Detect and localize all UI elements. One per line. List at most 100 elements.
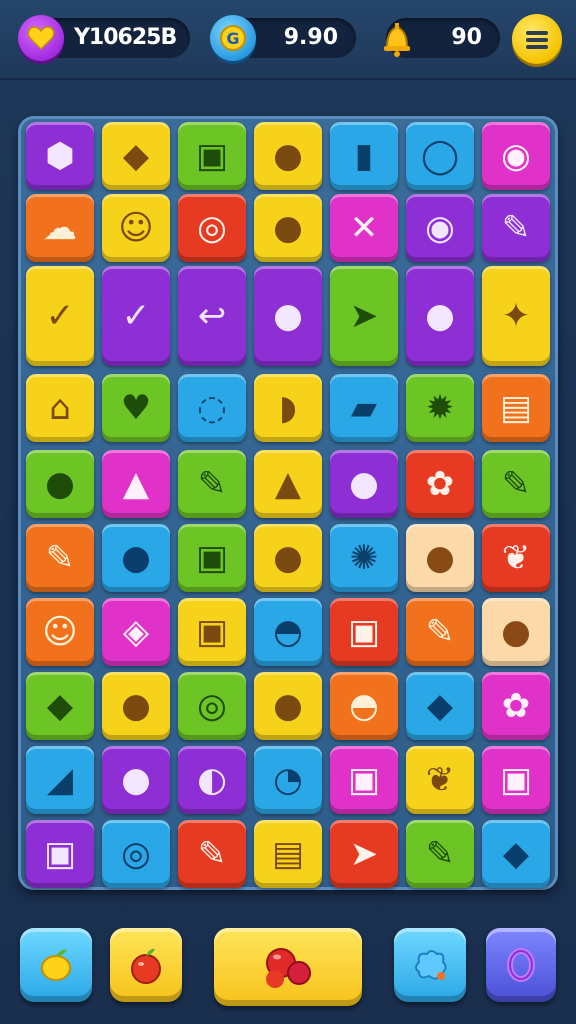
tile[interactable]: ◓	[330, 672, 398, 740]
tile[interactable]: ◆	[102, 122, 170, 190]
tile[interactable]: ◈	[102, 598, 170, 666]
tile[interactable]: ✕	[330, 194, 398, 262]
tile[interactable]: ▤	[254, 820, 322, 888]
tile[interactable]: ◆	[406, 672, 474, 740]
menu-button[interactable]	[512, 14, 562, 64]
tile[interactable]: ◎	[102, 820, 170, 888]
tile[interactable]: ●	[26, 450, 94, 518]
tile[interactable]: ▣	[26, 820, 94, 888]
tile[interactable]: ✿	[482, 672, 550, 740]
tile[interactable]: ✦	[482, 266, 550, 366]
tile-item-icon: ●	[425, 296, 455, 336]
tile-item-icon: ◓	[349, 686, 379, 726]
tile-item-icon: ◢	[46, 760, 74, 800]
menu-icon-line	[526, 45, 548, 49]
tile[interactable]: ☁	[26, 194, 94, 262]
tile[interactable]: ◉	[482, 122, 550, 190]
tile[interactable]: ◆	[26, 672, 94, 740]
tile-item-icon: ✎	[425, 612, 455, 652]
tile[interactable]: ●	[254, 524, 322, 592]
booster-apple-button[interactable]	[110, 928, 182, 1002]
tile[interactable]: ✿	[406, 450, 474, 518]
tile[interactable]: ◆	[482, 820, 550, 888]
tile[interactable]: ↩	[178, 266, 246, 366]
tile[interactable]: ✎	[482, 194, 550, 262]
tile[interactable]: ◐	[178, 746, 246, 814]
tile[interactable]: ●	[102, 524, 170, 592]
tile[interactable]: ◉	[406, 194, 474, 262]
tile[interactable]: ▮	[330, 122, 398, 190]
tile-item-icon: ●	[273, 296, 303, 336]
tile[interactable]: ◌	[178, 374, 246, 442]
tile[interactable]: ✎	[406, 820, 474, 888]
tile[interactable]: ▣	[178, 598, 246, 666]
tile[interactable]: ⬢	[26, 122, 94, 190]
booster-lemon-button[interactable]	[20, 928, 92, 1002]
tile[interactable]: ✎	[406, 598, 474, 666]
tile[interactable]: ▣	[330, 598, 398, 666]
tile-item-icon: ▣	[347, 612, 381, 652]
coins-display: G 9.90	[210, 15, 356, 61]
tile-item-icon: ◓	[273, 612, 303, 652]
tile[interactable]: ◗	[254, 374, 322, 442]
booster-berries-button[interactable]	[214, 928, 362, 1006]
tile[interactable]: ●	[406, 524, 474, 592]
tile[interactable]: ✺	[330, 524, 398, 592]
tile[interactable]: ▣	[178, 122, 246, 190]
tile[interactable]: ●	[482, 598, 550, 666]
tile[interactable]: ●	[330, 450, 398, 518]
tile-item-icon: ●	[273, 136, 303, 176]
booster-ring-button[interactable]	[486, 928, 556, 1002]
tile[interactable]: ◢	[26, 746, 94, 814]
tile[interactable]: ▣	[482, 746, 550, 814]
tile-item-icon: ◈	[122, 612, 150, 652]
tile[interactable]: ✎	[178, 820, 246, 888]
heart-icon	[18, 15, 64, 61]
tile[interactable]: ●	[406, 266, 474, 366]
tile[interactable]: ◓	[254, 598, 322, 666]
tile[interactable]: ❦	[406, 746, 474, 814]
tile[interactable]: ●	[102, 672, 170, 740]
tile[interactable]: ☺	[26, 598, 94, 666]
tile[interactable]: ✎	[26, 524, 94, 592]
tile-item-icon: ✹	[425, 388, 455, 428]
tile[interactable]: ✓	[102, 266, 170, 366]
tile[interactable]: ▲	[254, 450, 322, 518]
tile[interactable]: ◎	[178, 194, 246, 262]
tile-item-icon: ▰	[350, 388, 378, 428]
tile[interactable]: ●	[102, 746, 170, 814]
tile-item-icon: ⬢	[45, 136, 75, 176]
tile[interactable]: ◯	[406, 122, 474, 190]
tile[interactable]: ●	[254, 194, 322, 262]
tile[interactable]: ◔	[254, 746, 322, 814]
booster-splat-button[interactable]	[394, 928, 466, 1002]
tile-item-icon: ⌂	[49, 388, 71, 428]
tile[interactable]: ▲	[102, 450, 170, 518]
tile[interactable]: ➤	[330, 266, 398, 366]
tile[interactable]: ▣	[330, 746, 398, 814]
tile[interactable]: ✓	[26, 266, 94, 366]
tile[interactable]: ❦	[482, 524, 550, 592]
tile[interactable]: ●	[254, 122, 322, 190]
tile-item-icon: ▮	[354, 136, 374, 176]
tile[interactable]: ◎	[178, 672, 246, 740]
lives-value: 90	[451, 25, 482, 50]
menu-icon-line	[526, 38, 548, 42]
tile[interactable]: ☺	[102, 194, 170, 262]
tile[interactable]: ●	[254, 672, 322, 740]
tile[interactable]: ▣	[178, 524, 246, 592]
tile-item-icon: ✿	[501, 686, 531, 726]
score-value: Y10625B	[74, 25, 177, 50]
tile[interactable]: ▰	[330, 374, 398, 442]
tile[interactable]: ➤	[330, 820, 398, 888]
tile[interactable]: ▤	[482, 374, 550, 442]
tile[interactable]: ✎	[178, 450, 246, 518]
tile[interactable]: ✎	[482, 450, 550, 518]
tile-item-icon: ➤	[349, 834, 379, 874]
tile[interactable]: ✹	[406, 374, 474, 442]
tile-item-icon: ☺	[118, 208, 154, 248]
tile[interactable]: ⌂	[26, 374, 94, 442]
tile-item-icon: ❦	[501, 538, 531, 578]
tile[interactable]: ♥	[102, 374, 170, 442]
tile[interactable]: ●	[254, 266, 322, 366]
